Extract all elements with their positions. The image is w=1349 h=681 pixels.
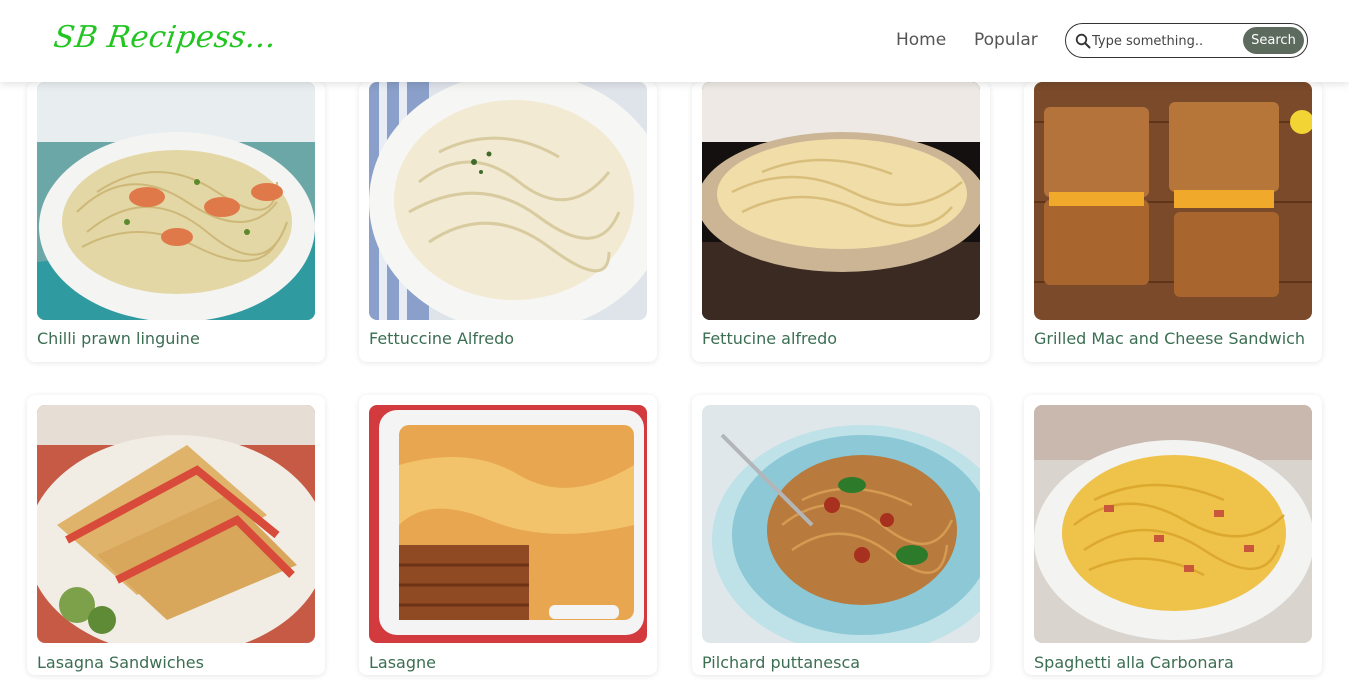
recipe-card[interactable]: Lasagne xyxy=(359,395,657,675)
recipe-title[interactable]: Chilli prawn linguine xyxy=(37,329,200,348)
recipe-image[interactable] xyxy=(37,405,315,643)
recipe-title[interactable]: Fettucine alfredo xyxy=(702,329,837,348)
recipe-title[interactable]: Fettuccine Alfredo xyxy=(369,329,514,348)
recipe-image[interactable] xyxy=(702,82,980,320)
recipe-card[interactable]: Pilchard puttanesca xyxy=(692,395,990,675)
recipe-image[interactable] xyxy=(369,82,647,320)
search-form: Search xyxy=(1065,23,1308,58)
recipe-title[interactable]: Grilled Mac and Cheese Sandwich xyxy=(1034,329,1305,348)
recipe-card[interactable]: Fettuccine Alfredo xyxy=(359,82,657,362)
recipe-image[interactable] xyxy=(1034,405,1312,643)
nav-link-home[interactable]: Home xyxy=(896,30,946,50)
recipe-card[interactable]: Fettucine alfredo xyxy=(692,82,990,362)
recipe-image[interactable] xyxy=(37,82,315,320)
search-button[interactable]: Search xyxy=(1243,27,1304,54)
recipe-title[interactable]: Lasagne xyxy=(369,653,436,672)
recipe-image[interactable] xyxy=(369,405,647,643)
search-input[interactable] xyxy=(1092,30,1242,52)
recipe-card[interactable]: Spaghetti alla Carbonara xyxy=(1024,395,1322,675)
recipe-title[interactable]: Spaghetti alla Carbonara xyxy=(1034,653,1234,672)
nav-link-popular[interactable]: Popular xyxy=(974,30,1038,50)
search-icon xyxy=(1075,33,1091,49)
recipe-title[interactable]: Pilchard puttanesca xyxy=(702,653,860,672)
recipe-card[interactable]: Lasagna Sandwiches xyxy=(27,395,325,675)
recipe-card[interactable]: Grilled Mac and Cheese Sandwich xyxy=(1024,82,1322,362)
site-header: SB Recipess... Home Popular Search xyxy=(0,0,1349,82)
site-logo[interactable]: SB Recipess... xyxy=(52,20,279,55)
recipe-card[interactable]: Chilli prawn linguine xyxy=(27,82,325,362)
recipe-image[interactable] xyxy=(1034,82,1312,320)
recipe-title[interactable]: Lasagna Sandwiches xyxy=(37,653,204,672)
recipe-image[interactable] xyxy=(702,405,980,643)
